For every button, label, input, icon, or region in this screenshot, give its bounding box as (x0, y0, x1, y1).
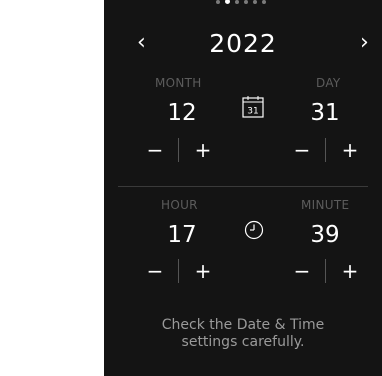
month-value: 12 (167, 100, 197, 126)
hint-line-2: settings carefully. (181, 334, 305, 350)
hour-increment-button[interactable]: + (191, 257, 215, 285)
page-dot (216, 0, 220, 4)
minute-increment-button[interactable]: + (338, 257, 362, 285)
next-year-button[interactable]: › (360, 32, 369, 54)
calendar-icon: 31 (242, 96, 264, 122)
day-increment-button[interactable]: + (338, 136, 362, 164)
hour-value: 17 (167, 222, 197, 248)
hour-decrement-button[interactable]: − (143, 257, 167, 285)
day-label: DAY (316, 76, 341, 90)
clock-icon (244, 220, 264, 244)
hint-line-1: Check the Date & Time (161, 317, 325, 333)
hour-stepper: − + (143, 257, 215, 285)
month-decrement-button[interactable]: − (143, 136, 167, 164)
stepper-divider (325, 138, 326, 162)
minute-stepper: − + (290, 257, 362, 285)
page-dot (235, 0, 239, 4)
page-dot-active (225, 0, 230, 4)
calendar-icon-number: 31 (247, 107, 258, 117)
month-label: MONTH (155, 76, 202, 90)
stepper-divider (325, 259, 326, 283)
minute-label: MINUTE (301, 198, 350, 212)
month-stepper: − + (143, 136, 215, 164)
page-indicator (104, 0, 382, 8)
hour-label: HOUR (161, 198, 198, 212)
stepper-divider (178, 138, 179, 162)
minute-decrement-button[interactable]: − (290, 257, 314, 285)
year-value: 2022 (209, 29, 277, 58)
day-decrement-button[interactable]: − (290, 136, 314, 164)
stepper-divider (178, 259, 179, 283)
page-dot (253, 0, 257, 4)
day-stepper: − + (290, 136, 362, 164)
page-dot (244, 0, 248, 4)
page-dot (262, 0, 266, 4)
date-time-panel: ‹ 2022 › MONTH 12 31 DAY 31 − + − + HOUR… (104, 0, 382, 376)
hint-message: Check the Date & Time settings carefully… (104, 317, 382, 351)
minute-value: 39 (310, 222, 340, 248)
month-increment-button[interactable]: + (191, 136, 215, 164)
day-value: 31 (310, 100, 340, 126)
section-divider (118, 186, 368, 187)
